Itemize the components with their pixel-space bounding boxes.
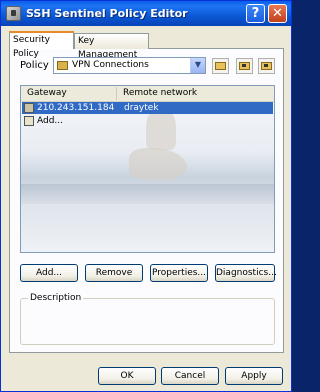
description-box <box>20 298 275 345</box>
gateway-address: 210.243.151.184 <box>37 103 115 113</box>
policy-editor-window: SSH Sentinel Policy Editor ? ✕ Security … <box>0 0 292 392</box>
description-label: Description <box>28 293 84 303</box>
list-row[interactable]: 210.243.151.184 draytek <box>22 102 273 114</box>
gateway-list[interactable]: Gateway Remote network 210.243.151.184 d… <box>20 85 275 253</box>
background-figure-legs <box>129 148 187 180</box>
remove-button[interactable]: Remove <box>85 264 143 282</box>
help-button[interactable]: ? <box>246 4 265 23</box>
title-bar[interactable]: SSH Sentinel Policy Editor ? ✕ <box>1 1 291 26</box>
list-header: Gateway Remote network <box>21 86 274 102</box>
window-title: SSH Sentinel Policy Editor <box>26 7 188 20</box>
ok-button[interactable]: OK <box>98 367 156 385</box>
policy-dropdown[interactable]: VPN Connections ▼ <box>53 57 206 74</box>
chevron-down-icon[interactable]: ▼ <box>190 58 205 73</box>
open-folder-button[interactable] <box>212 58 229 74</box>
close-button[interactable]: ✕ <box>268 4 287 23</box>
folder-settings-button[interactable] <box>236 58 253 74</box>
properties-button[interactable]: Properties... <box>150 264 208 282</box>
column-header-remote-network[interactable]: Remote network <box>117 87 274 100</box>
background-sea <box>21 184 274 204</box>
add-gateway-icon <box>24 116 34 126</box>
apply-button[interactable]: Apply <box>225 367 283 385</box>
column-header-gateway[interactable]: Gateway <box>21 87 117 100</box>
cancel-button[interactable]: Cancel <box>161 367 219 385</box>
folder-view-button[interactable] <box>258 58 275 74</box>
policy-selected-value: VPN Connections <box>72 60 149 70</box>
folder-icon <box>57 61 68 70</box>
add-item-label: Add... <box>37 116 64 126</box>
gateway-icon <box>24 103 34 113</box>
app-lock-icon <box>6 6 21 21</box>
diagnostics-button[interactable]: Diagnostics... <box>215 264 277 282</box>
policy-label: Policy : <box>20 60 56 71</box>
tab-security-policy[interactable]: Security Policy <box>9 31 74 59</box>
folder-icon <box>215 62 226 70</box>
folder-view-icon <box>261 62 272 70</box>
folder-gear-icon <box>239 62 250 70</box>
tab-key-management[interactable]: Key Management <box>74 33 149 60</box>
list-add-item[interactable]: Add... <box>22 115 273 127</box>
remote-network-name: draytek <box>124 103 159 113</box>
add-button[interactable]: Add... <box>20 264 78 282</box>
